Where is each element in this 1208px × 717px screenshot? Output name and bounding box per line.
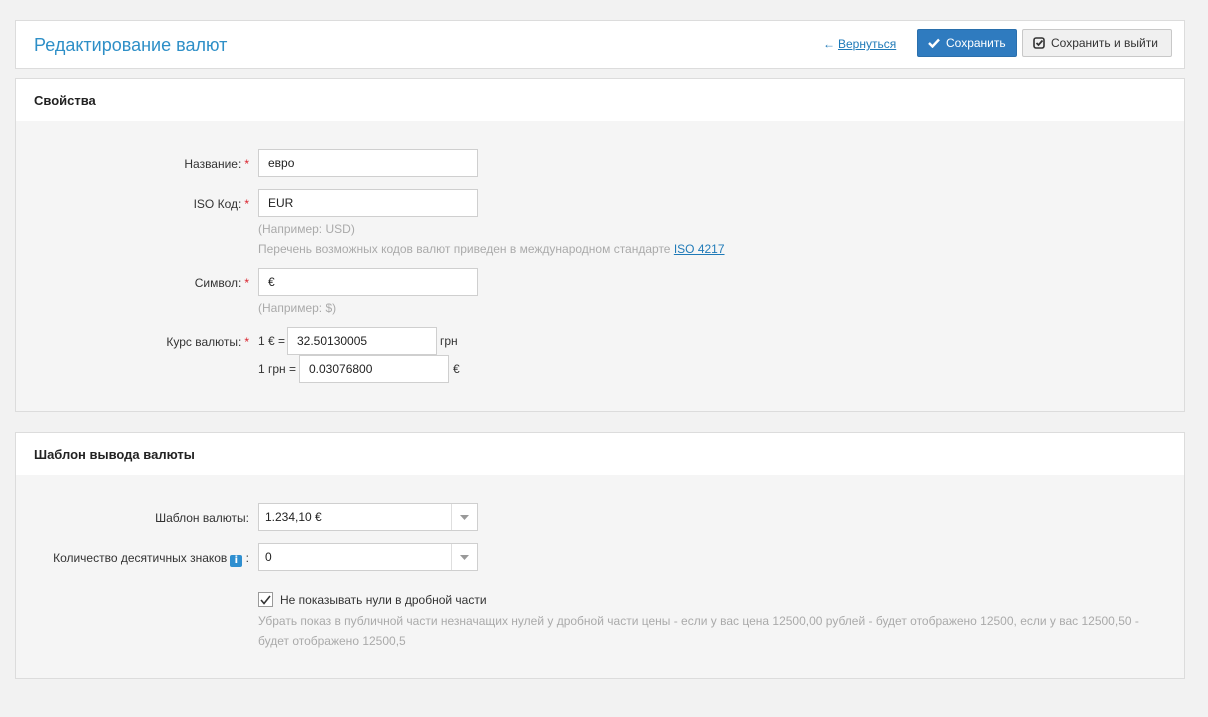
- iso-code-label: ISO Код: *: [193, 197, 249, 211]
- hide-zeros-hint: Убрать показ в публичной части незначащи…: [258, 614, 1139, 648]
- rate-row1-suffix: грн: [440, 334, 458, 348]
- save-and-exit-label: Сохранить и выйти: [1051, 36, 1158, 50]
- symbol-label: Символ: *: [194, 276, 249, 290]
- decimals-select[interactable]: 0: [258, 543, 478, 571]
- required-marker: *: [244, 197, 249, 211]
- check-icon: [928, 38, 940, 48]
- decimals-value: 0: [265, 550, 272, 564]
- back-link[interactable]: ← Вернуться: [823, 37, 896, 51]
- properties-panel: Свойства Название:* ISO Код:* (Например:…: [15, 78, 1185, 412]
- properties-panel-title: Свойства: [16, 79, 1184, 121]
- name-input[interactable]: [258, 149, 478, 177]
- chevron-down-icon: [451, 504, 477, 530]
- required-marker: *: [244, 157, 249, 171]
- currency-template-select[interactable]: 1.234,10 €: [258, 503, 478, 531]
- name-label: Название: *: [184, 157, 249, 171]
- required-marker: *: [244, 335, 249, 349]
- check-square-icon: [1033, 37, 1045, 49]
- iso-example-hint: (Например: USD): [258, 222, 355, 236]
- iso-standard-note: Перечень возможных кодов валют приведен …: [258, 242, 725, 256]
- checkmark-icon: [260, 595, 271, 605]
- hide-zeros-label: Не показывать нули в дробной части: [280, 593, 487, 607]
- currency-template-value: 1.234,10 €: [265, 510, 322, 524]
- rate-label: Курс валюты: *: [166, 335, 249, 349]
- page-header: Редактирование валют ← Вернуться Сохранит…: [15, 20, 1185, 69]
- rate-row2-suffix: €: [453, 362, 460, 376]
- iso-4217-link[interactable]: ISO 4217: [674, 242, 725, 256]
- iso-code-input[interactable]: [258, 189, 478, 217]
- back-link-label: Вернуться: [838, 37, 897, 51]
- save-and-exit-button[interactable]: Сохранить и выйти: [1022, 29, 1172, 57]
- hide-zeros-checkbox[interactable]: [258, 592, 273, 607]
- currency-template-panel: Шаблон вывода валюты Шаблон валюты: 1.23…: [15, 432, 1185, 679]
- page-title: Редактирование валют: [34, 35, 228, 55]
- rate-row1-prefix: 1 € =: [258, 334, 286, 348]
- save-button-label: Сохранить: [946, 36, 1006, 50]
- currency-template-panel-title: Шаблон вывода валюты: [16, 433, 1184, 475]
- rate-reverse-input[interactable]: [299, 355, 449, 383]
- rate-forward-input[interactable]: [287, 327, 437, 355]
- currency-template-label: Шаблон валюты:: [155, 511, 249, 525]
- rate-row2-prefix: 1 грн =: [258, 362, 297, 376]
- symbol-input[interactable]: [258, 268, 478, 296]
- symbol-example-hint: (Например: $): [258, 301, 337, 315]
- save-button[interactable]: Сохранить: [917, 29, 1017, 57]
- arrow-left-icon: ←: [823, 37, 835, 51]
- required-marker: *: [244, 276, 249, 290]
- info-icon[interactable]: i: [230, 555, 243, 567]
- chevron-down-icon: [451, 544, 477, 570]
- decimals-label: Количество десятичных знаков i :: [53, 551, 249, 567]
